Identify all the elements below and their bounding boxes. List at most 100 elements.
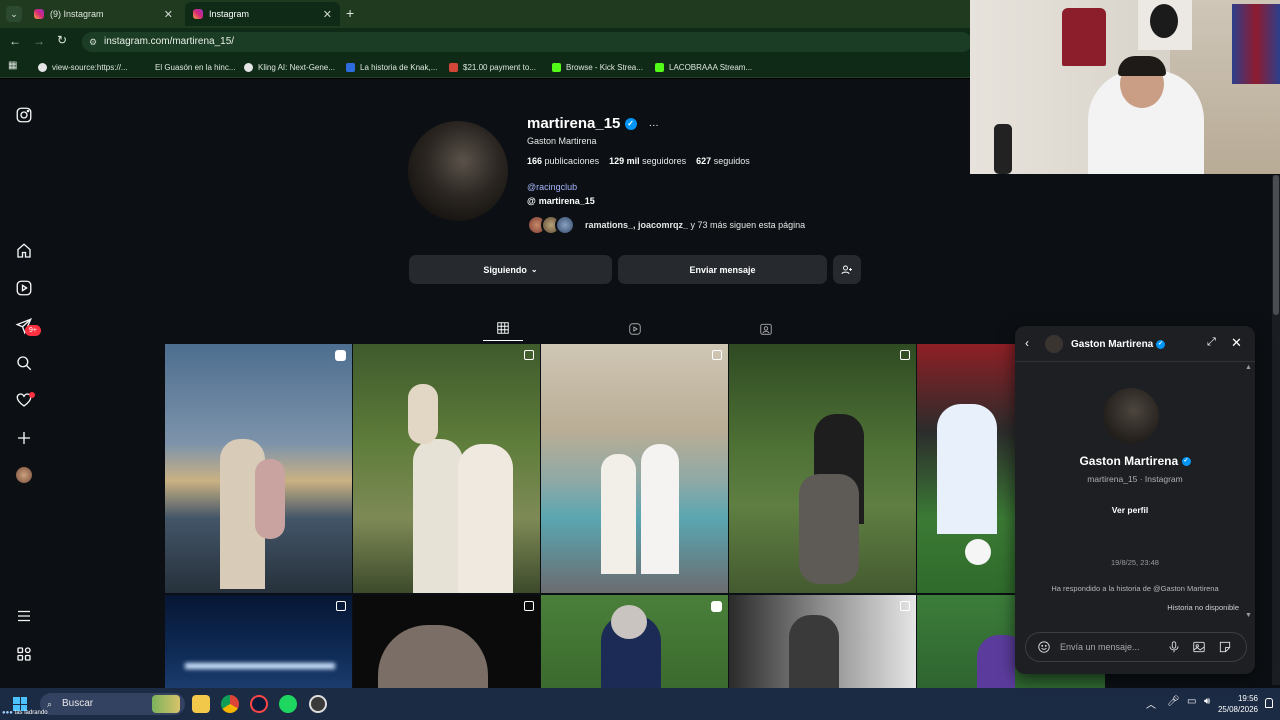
chat-scroll-up-icon[interactable]: ▲ [1245,364,1252,371]
notifications-bell-icon[interactable] [1265,698,1273,708]
menu-icon[interactable] [14,606,34,626]
post-tile[interactable] [729,344,916,593]
chat-avatar-large[interactable] [1103,388,1159,444]
image-icon[interactable] [1192,640,1206,654]
view-profile-button[interactable]: Ver perfil [1105,500,1155,520]
reels-icon[interactable] [14,278,34,298]
close-tab-icon[interactable]: ✕ [164,8,173,21]
emoji-icon[interactable] [1037,640,1051,654]
bookmark-item[interactable]: LACOBRAAA Stream... [655,56,752,78]
bookmark-item[interactable]: La historia de Knak,... [346,56,437,78]
profile-stats: 166 publicaciones 129 mil seguidores 627… [527,156,750,166]
activity-dot [29,392,35,398]
spotify-icon[interactable] [279,695,297,713]
also-from-meta-icon[interactable] [14,644,34,664]
instagram-logo-icon[interactable] [14,105,34,125]
taskbar-clock[interactable]: 19:56 25/08/2026 [1218,693,1258,715]
followers-stat[interactable]: 129 mil seguidores [609,156,686,166]
close-icon[interactable]: ✕ [1231,335,1242,351]
tab-instagram-1[interactable]: (9) Instagram ✕ [26,2,181,26]
tab-list-chevron-icon[interactable]: ⌄ [6,6,22,22]
tab-tagged[interactable] [746,316,786,341]
tab-instagram-2[interactable]: Instagram ✕ [185,2,340,26]
post-tile[interactable] [729,595,916,688]
post-tile[interactable] [917,595,1015,688]
search-highlight-image [152,695,180,713]
scrollbar-thumb[interactable] [1273,175,1279,315]
expand-icon[interactable]: ⤢ [1207,336,1216,349]
profile-tabs [165,316,1025,341]
chat-timestamp: 19/8/25, 23:48 [1111,558,1159,567]
profile-avatar[interactable] [408,121,508,221]
bookmark-item[interactable]: Browse - Kick Strea... [552,56,643,78]
new-tab-button[interactable]: + [346,5,354,21]
create-plus-icon[interactable] [14,428,34,448]
poster-suarez [1138,0,1192,50]
close-tab-icon[interactable]: ✕ [323,8,332,21]
reel-badge-icon [711,601,722,612]
posts-stat: 166 publicaciones [527,156,600,166]
threads-link[interactable]: @ martirena_15 [527,196,595,206]
search-icon[interactable] [14,353,34,373]
post-tile[interactable] [165,595,352,688]
post-tile[interactable] [541,344,728,593]
carousel-icon [712,350,722,360]
tray-network-icon[interactable]: ▭ [1187,696,1196,707]
taskbar-search[interactable]: ⌕ Buscar [40,693,185,715]
bookmark-item[interactable]: $21.00 payment to... [449,56,536,78]
reload-icon[interactable]: ↻ [57,33,67,47]
following-button[interactable]: Siguiendo ⌄ [409,255,612,284]
tray-chevron-icon[interactable]: ︿ [1146,696,1156,711]
back-icon[interactable]: ← [9,34,21,48]
post-tile[interactable] [353,344,540,593]
instagram-favicon-icon [193,9,203,19]
site-info-icon[interactable]: ⚙ [89,32,97,52]
file-explorer-icon[interactable] [192,695,210,713]
microphone-icon[interactable] [1167,640,1181,654]
forward-icon[interactable]: → [33,34,45,48]
tray-volume-icon[interactable]: 🔊︎ [1204,696,1210,707]
chrome-icon[interactable] [221,695,239,713]
profile-avatar-icon[interactable] [14,465,34,485]
followed-by[interactable]: ramations_, joacomrqz_ y 73 más siguen e… [527,214,805,236]
carousel-icon [524,350,534,360]
apps-grid-icon[interactable]: ▦ [8,60,17,71]
tab-posts[interactable] [483,316,523,341]
suggested-people-button[interactable] [833,255,861,284]
send-message-button[interactable]: Enviar mensaje [618,255,827,284]
chat-scroll-down-icon[interactable]: ▼ [1245,612,1252,619]
tab-reels[interactable] [615,316,655,341]
message-input[interactable]: Envía un mensaje... [1025,632,1247,662]
reel-badge-icon [335,350,346,361]
webcam-overlay [970,0,1280,174]
chat-contact-name: Gaston Martirena ✓ [1079,454,1191,468]
bookmark-item[interactable]: view-source:https://... [38,56,128,78]
post-tile[interactable] [353,595,540,688]
bookmark-item[interactable]: El Guasón en la hinc... [155,56,236,78]
tray-mic-icon[interactable]: 🎤︎ [1167,696,1180,707]
chat-back-icon[interactable]: ‹ [1025,336,1029,350]
instagram-favicon-icon [34,9,44,19]
chat-popup: ‹ Gaston Martirena ✓ ⤢ ✕ Gaston Martiren… [1015,326,1255,674]
story-unavailable-label: Historia no disponible [1167,603,1239,612]
carousel-icon [524,601,534,611]
bio-link[interactable]: @racingclub [527,182,577,192]
profile-username: martirena_15 ✓ ··· [527,115,659,132]
bookmark-item[interactable]: Kling AI: Next-Gene... [244,56,335,78]
page-scrollbar[interactable] [1272,175,1280,685]
ea-app-icon[interactable] [250,695,268,713]
sticker-icon[interactable] [1218,640,1232,654]
following-stat[interactable]: 627 seguidos [696,156,750,166]
post-tile[interactable] [165,344,352,593]
reels-icon [629,322,641,335]
post-tile[interactable] [541,595,728,688]
url-field[interactable]: ⚙ instagram.com/martirena_15/ [82,32,972,52]
home-icon[interactable] [14,241,34,261]
windows-start-icon[interactable] [13,697,27,711]
more-options-icon[interactable]: ··· [649,120,659,131]
url-text: instagram.com/martirena_15/ [104,36,235,47]
post-tile[interactable] [917,344,1015,593]
carousel-icon [900,350,910,360]
obs-icon[interactable] [309,695,327,713]
add-person-icon [841,265,852,274]
